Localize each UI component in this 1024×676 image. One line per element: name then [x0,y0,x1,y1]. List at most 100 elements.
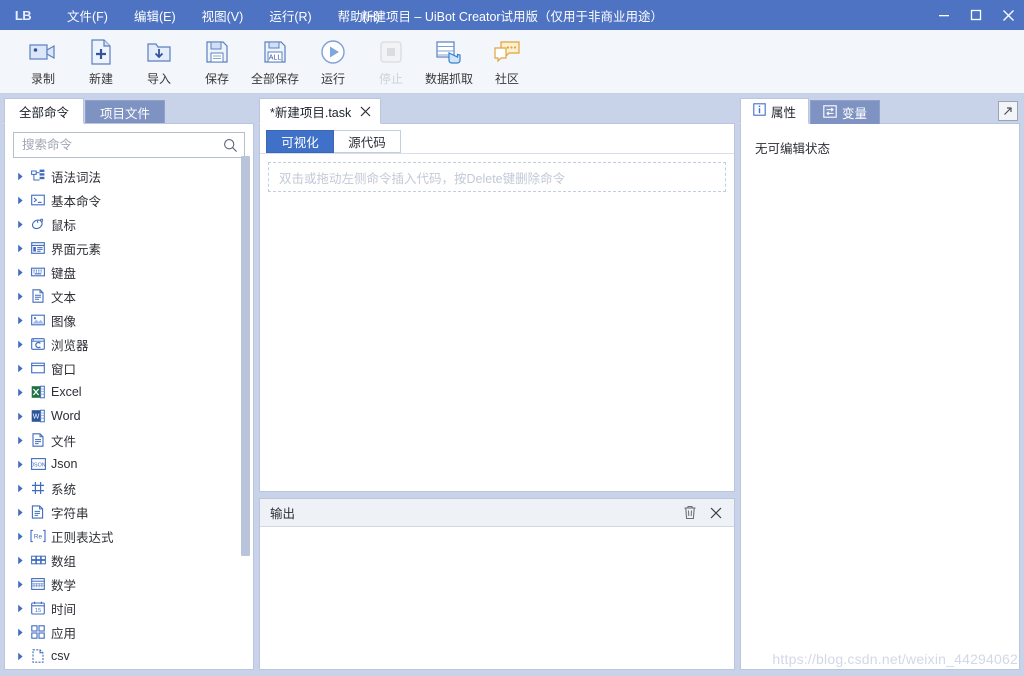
editor-mode-tabs: 可视化 源代码 [260,124,734,154]
tab-all-commands[interactable]: 全部命令 [4,98,85,124]
chevron-right-icon[interactable] [15,388,25,397]
ui-element-icon [30,240,46,256]
toolbar-community-label: 社区 [494,71,519,86]
output-panel-body[interactable] [260,527,734,669]
tree-item-label: 数组 [51,554,77,569]
tree-item-18[interactable]: 数学 [15,572,253,596]
chevron-right-icon[interactable] [15,316,25,325]
menu-file[interactable]: 文件(F) [54,2,121,29]
toolbar-new-button[interactable]: 新建 [72,33,130,91]
excel-icon [30,384,46,400]
toolbar-record-button[interactable]: 录制 [14,33,72,91]
tree-item-10[interactable]: Excel [15,380,253,404]
tree-item-6[interactable]: 文本 [15,284,253,308]
editor-canvas[interactable]: 双击或拖动左侧命令插入代码，按Delete键删除命令 [260,154,734,491]
document-tab-label: *新建项目.task [270,105,352,120]
tree-item-4[interactable]: 界面元素 [15,236,253,260]
tree-item-21[interactable]: csv [15,644,253,668]
tree-item-label: 文本 [51,290,77,305]
tree-item-9[interactable]: 窗口 [15,356,253,380]
right-panel-tabstrip: 属性 变量 [740,98,1020,124]
chevron-right-icon[interactable] [15,172,25,181]
tree-item-19[interactable]: 15 时间 [15,596,253,620]
new-file-icon [86,37,116,67]
tree-item-1[interactable]: 语法词法 [15,164,253,188]
tree-item-label: 界面元素 [51,242,102,257]
chevron-right-icon[interactable] [15,460,25,469]
tree-item-8[interactable]: 浏览器 [15,332,253,356]
tab-source-code-mode[interactable]: 源代码 [333,130,401,153]
tree-item-2[interactable]: 基本命令 [15,188,253,212]
search-box[interactable] [13,132,245,158]
output-close-button[interactable] [704,502,728,524]
search-icon[interactable] [223,138,238,153]
tree-item-20[interactable]: 应用 [15,620,253,644]
menu-view[interactable]: 视图(V) [189,2,257,29]
tree-item-label: 图像 [51,314,77,329]
tree-item-16[interactable]: Re 正则表达式 [15,524,253,548]
csv-icon [30,648,46,664]
document-tab-new-project[interactable]: *新建项目.task [259,98,382,124]
tab-properties[interactable]: 属性 [740,98,810,124]
toolbar-community-button[interactable]: 社区 [478,33,536,91]
keyboard-icon [30,264,46,280]
command-tree-scrollbar[interactable] [241,156,250,556]
tree-item-3[interactable]: 鼠标 [15,212,253,236]
menu-help[interactable]: 帮助(H) [325,2,393,29]
chevron-right-icon[interactable] [15,244,25,253]
trash-icon [684,505,696,520]
search-input[interactable] [22,138,223,152]
chevron-right-icon[interactable] [15,412,25,421]
document-tab-close-button[interactable] [359,105,372,118]
maximize-button[interactable] [960,0,992,30]
tree-item-11[interactable]: W Word [15,404,253,428]
chevron-right-icon[interactable] [15,292,25,301]
tree-item-5[interactable]: 键盘 [15,260,253,284]
close-icon [710,507,722,518]
right-panel-body: 无可编辑状态 [740,123,1020,670]
chevron-right-icon[interactable] [15,436,25,445]
toolbar-import-button[interactable]: 导入 [130,33,188,91]
tree-item-7[interactable]: 图像 [15,308,253,332]
chevron-right-icon[interactable] [15,604,25,613]
chevron-right-icon[interactable] [15,556,25,565]
toolbar-stop-button[interactable]: 停止 [362,33,420,91]
tree-item-14[interactable]: 系统 [15,476,253,500]
chevron-right-icon[interactable] [15,364,25,373]
toolbar-save-button[interactable]: 保存 [188,33,246,91]
toolbar-run-button[interactable]: 运行 [304,33,362,91]
right-panel-expand-button[interactable] [998,101,1018,121]
save-icon [202,37,232,67]
svg-text:W: W [33,414,40,421]
output-clear-button[interactable] [678,502,702,524]
chevron-right-icon[interactable] [15,532,25,541]
tab-project-files[interactable]: 项目文件 [85,100,166,124]
toolbar-save-label: 保存 [204,71,229,86]
minimize-button[interactable] [928,0,960,30]
array-icon [30,552,46,568]
menu-edit[interactable]: 编辑(E) [121,2,189,29]
tree-item-17[interactable]: 数组 [15,548,253,572]
chevron-right-icon[interactable] [15,220,25,229]
tab-variables[interactable]: 变量 [810,100,881,124]
chevron-right-icon[interactable] [15,628,25,637]
chevron-right-icon[interactable] [15,580,25,589]
tree-item-label: 系统 [51,482,77,497]
tab-visual-mode[interactable]: 可视化 [266,130,334,153]
toolbar-data-scrape-button[interactable]: 数据抓取 [420,33,478,91]
editor-drop-hint: 双击或拖动左侧命令插入代码，按Delete键删除命令 [268,162,726,192]
chevron-right-icon[interactable] [15,340,25,349]
chevron-right-icon[interactable] [15,196,25,205]
tree-item-12[interactable]: 文件 [15,428,253,452]
chevron-right-icon[interactable] [15,268,25,277]
main-toolbar: 录制 新建 导入 保存 ALL 全部保存 运行 停止 数据抓取 社区 [0,30,1024,94]
close-button[interactable] [992,0,1024,30]
tree-item-13[interactable]: JSON Json [15,452,253,476]
tree-item-15[interactable]: 字符串 [15,500,253,524]
toolbar-save-all-button[interactable]: ALL 全部保存 [246,33,304,91]
menu-run[interactable]: 运行(R) [256,2,324,29]
command-tree[interactable]: 语法词法 基本命令 鼠标界面元素键盘文本图像浏览器 窗口 Excel W Word 文件 JSO… [5,164,253,669]
chevron-right-icon[interactable] [15,484,25,493]
chevron-right-icon[interactable] [15,508,25,517]
chevron-right-icon[interactable] [15,652,25,661]
